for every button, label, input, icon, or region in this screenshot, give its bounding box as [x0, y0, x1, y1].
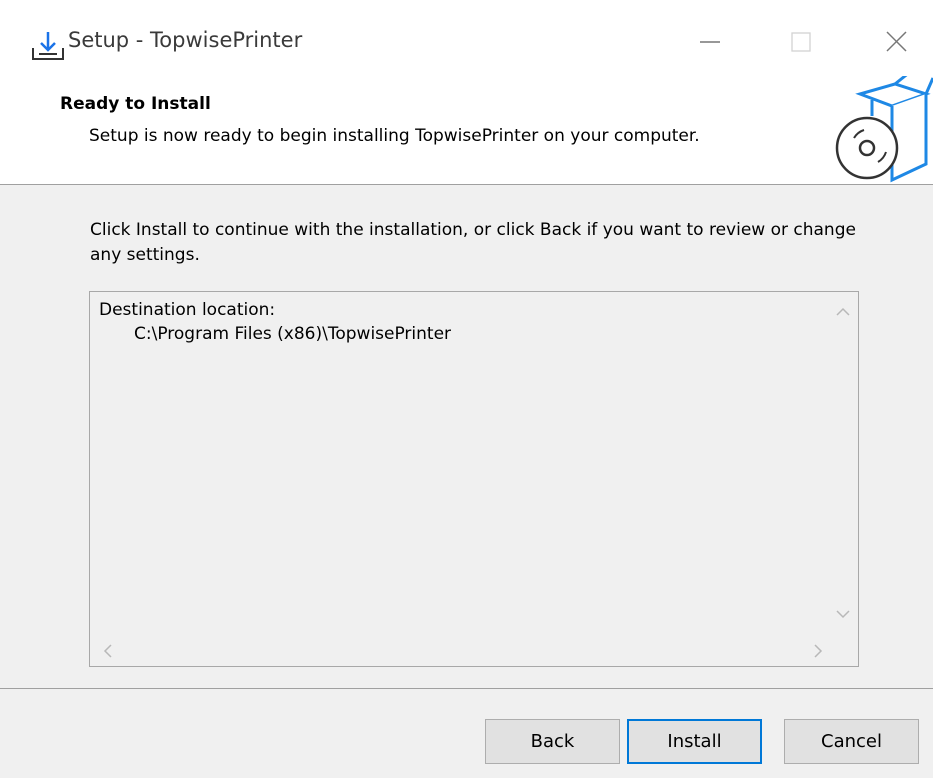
scroll-up-icon[interactable] — [833, 302, 853, 322]
instructions-text: Click Install to continue with the insta… — [90, 220, 856, 265]
footer-divider — [0, 688, 933, 689]
scroll-right-icon[interactable] — [808, 641, 828, 661]
installer-icon — [32, 32, 64, 60]
page-subtitle: Setup is now ready to begin installing T… — [89, 126, 700, 146]
horizontal-scrollbar[interactable] — [90, 636, 858, 666]
maximize-icon[interactable] — [787, 22, 827, 62]
ready-memo[interactable]: Destination location: C:\Program Files (… — [89, 291, 859, 667]
window-title: Setup - TopwisePrinter — [68, 28, 303, 52]
title-bar: Setup - TopwisePrinter — [0, 0, 933, 86]
page-title: Ready to Install — [60, 94, 211, 114]
memo-label: Destination location: — [99, 300, 276, 320]
memo-value: C:\Program Files (x86)\TopwisePrinter — [134, 324, 452, 344]
close-icon[interactable] — [878, 22, 918, 62]
box-disc-icon — [835, 76, 933, 183]
back-button[interactable]: Back — [485, 719, 620, 764]
vertical-scrollbar[interactable] — [828, 292, 858, 636]
scroll-down-icon[interactable] — [833, 604, 853, 624]
minimize-icon[interactable] — [696, 22, 736, 62]
cancel-button[interactable]: Cancel — [784, 719, 919, 764]
install-button[interactable]: Install — [627, 719, 762, 764]
scroll-left-icon[interactable] — [98, 641, 118, 661]
wizard-header: Ready to Install Setup is now ready to b… — [0, 76, 933, 185]
